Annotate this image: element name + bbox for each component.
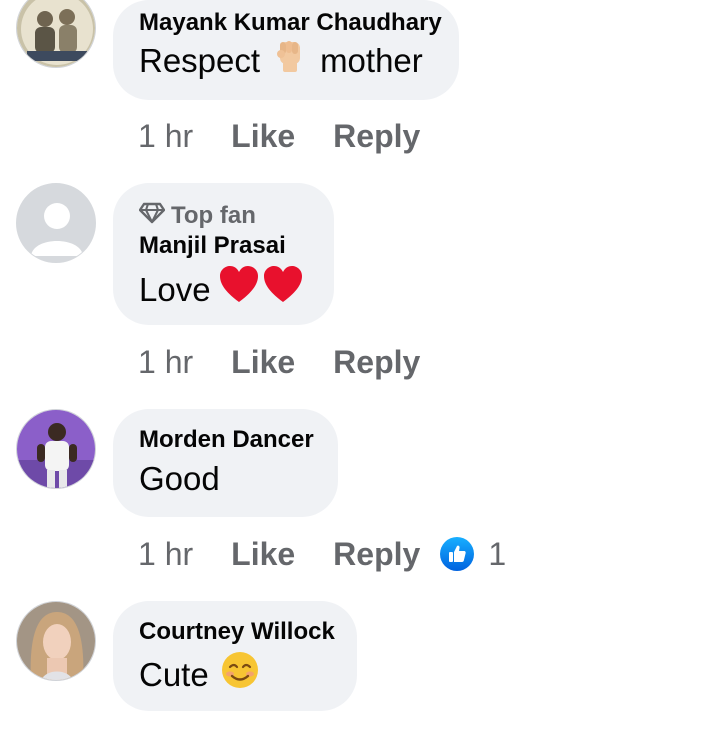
like-button[interactable]: Like	[231, 344, 295, 381]
default-avatar-icon	[17, 184, 95, 262]
comment-bubble: Mayank Kumar Chaudhary Respect mother	[113, 0, 459, 100]
comment-text: Respect mother	[139, 38, 433, 83]
avatar[interactable]	[16, 0, 96, 68]
reply-button[interactable]: Reply	[333, 118, 420, 155]
comment-text: Love	[139, 265, 308, 314]
comment-actions: 1 hr Like Reply	[138, 116, 420, 156]
diamond-icon	[138, 202, 166, 231]
reaction-summary[interactable]: 1	[440, 536, 506, 573]
avatar[interactable]	[16, 601, 96, 681]
comment-actions: 1 hr Like Reply 1	[138, 534, 506, 574]
like-button[interactable]: Like	[231, 536, 295, 573]
comment-author[interactable]: Manjil Prasai	[139, 231, 308, 261]
avatar-image	[17, 410, 95, 488]
comment-text-part: Love	[139, 270, 211, 308]
comment-author[interactable]: Mayank Kumar Chaudhary	[139, 8, 442, 38]
comment-text: Cute	[139, 651, 331, 698]
top-fan-label: Top fan	[171, 202, 256, 229]
reaction-count: 1	[488, 535, 507, 572]
comment-text-part: Cute	[139, 655, 209, 693]
comment-text-part: Respect	[139, 41, 261, 79]
comment-bubble: Morden Dancer Good	[113, 409, 338, 517]
like-button[interactable]: Like	[231, 118, 295, 155]
like-reaction-icon	[440, 537, 475, 571]
comment-bubble: Courtney Willock Cute	[113, 601, 357, 711]
comment-timestamp[interactable]: 1 hr	[138, 536, 193, 573]
reply-button[interactable]: Reply	[333, 536, 420, 573]
comment-text-part: mother	[320, 41, 423, 79]
comment-timestamp[interactable]: 1 hr	[138, 118, 193, 155]
comment-author[interactable]: Morden Dancer	[139, 425, 314, 455]
reply-button[interactable]: Reply	[333, 344, 420, 381]
avatar[interactable]	[16, 183, 96, 263]
comment-timestamp[interactable]: 1 hr	[138, 344, 193, 381]
avatar[interactable]	[16, 409, 96, 489]
comment-bubble: Top fan Manjil Prasai Love	[113, 183, 334, 325]
raised-fist-icon	[274, 38, 306, 83]
avatar-image	[17, 602, 95, 680]
comment-text: Good	[139, 460, 220, 497]
comment-author[interactable]: Courtney Willock	[139, 617, 335, 647]
comment-actions: 1 hr Like Reply	[138, 342, 420, 382]
smiling-face-icon	[221, 651, 259, 698]
top-fan-badge: Top fan	[138, 201, 308, 231]
avatar-image	[17, 0, 95, 67]
red-heart-icon	[219, 265, 303, 314]
